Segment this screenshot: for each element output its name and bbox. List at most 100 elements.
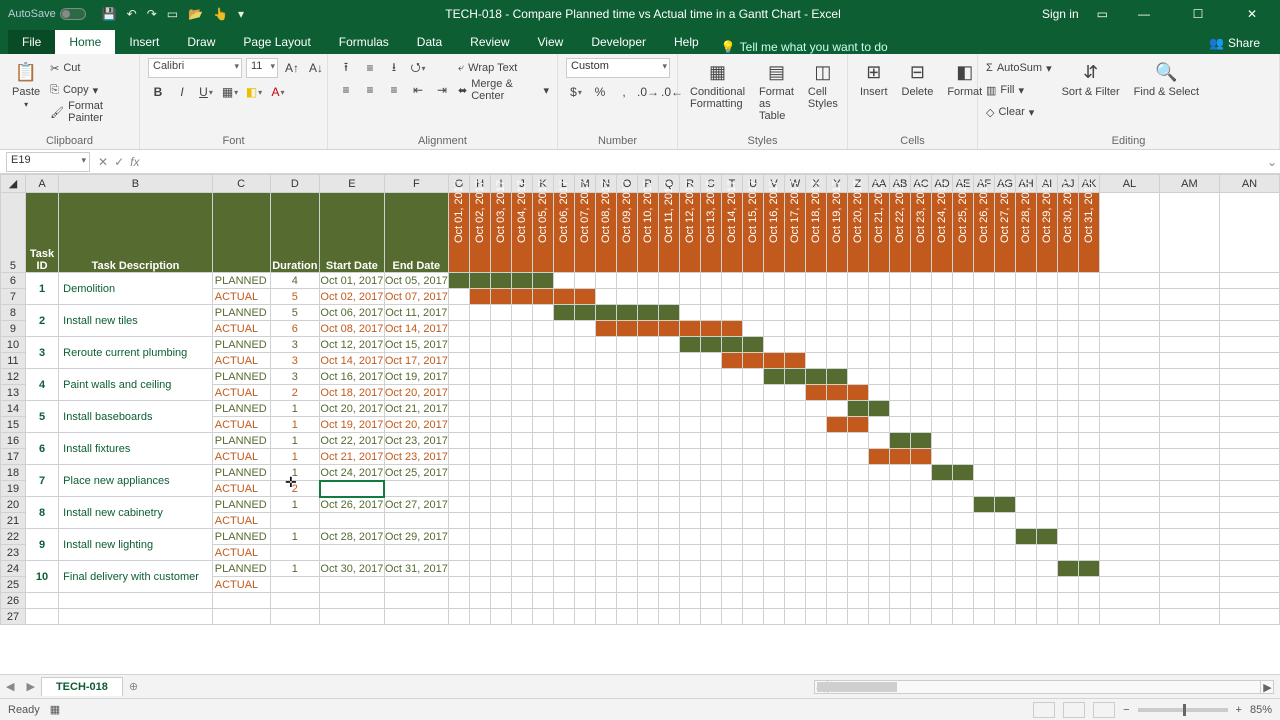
gantt-cell[interactable]: [1058, 273, 1079, 289]
gantt-cell[interactable]: [869, 513, 890, 529]
gantt-cell[interactable]: [701, 577, 722, 593]
empty-cell[interactable]: [596, 593, 617, 609]
gantt-cell[interactable]: [596, 545, 617, 561]
gantt-cell[interactable]: [533, 401, 554, 417]
gantt-cell[interactable]: [512, 417, 533, 433]
gantt-cell[interactable]: [743, 577, 764, 593]
duration-cell[interactable]: 3: [270, 337, 320, 353]
empty-cell[interactable]: [320, 593, 384, 609]
gantt-cell[interactable]: [974, 545, 995, 561]
gantt-cell[interactable]: [470, 305, 491, 321]
gantt-cell[interactable]: [722, 305, 743, 321]
gantt-cell[interactable]: [953, 465, 974, 481]
gantt-cell[interactable]: [848, 417, 869, 433]
duration-cell[interactable]: 1: [270, 465, 320, 481]
format-as-table-button[interactable]: ▤Format as Table: [755, 58, 798, 124]
empty-cell[interactable]: [212, 593, 270, 609]
gantt-cell[interactable]: [596, 305, 617, 321]
task-desc[interactable]: Install baseboards: [59, 401, 213, 433]
col-header[interactable]: B: [59, 175, 213, 193]
gantt-cell[interactable]: [554, 577, 575, 593]
row-header[interactable]: 16: [1, 433, 26, 449]
font-name-combo[interactable]: Calibri: [148, 58, 242, 78]
gantt-cell[interactable]: [512, 321, 533, 337]
empty-cell[interactable]: [554, 593, 575, 609]
gantt-cell[interactable]: [449, 305, 470, 321]
empty-cell[interactable]: [1016, 609, 1037, 625]
redo-icon[interactable]: ↷: [147, 7, 157, 21]
gantt-cell[interactable]: [449, 513, 470, 529]
empty-cell[interactable]: [995, 593, 1016, 609]
gantt-cell[interactable]: [911, 449, 932, 465]
decrease-font-icon[interactable]: A↓: [306, 58, 326, 78]
gantt-cell[interactable]: [974, 497, 995, 513]
gantt-cell[interactable]: [764, 385, 785, 401]
gantt-cell[interactable]: [1058, 321, 1079, 337]
align-left-icon[interactable]: ≡: [336, 80, 356, 100]
gantt-cell[interactable]: [911, 305, 932, 321]
autosum-button[interactable]: Σ AutoSum ▾: [986, 58, 1052, 78]
gantt-cell[interactable]: [1058, 385, 1079, 401]
gantt-cell[interactable]: [911, 321, 932, 337]
gantt-cell[interactable]: [533, 561, 554, 577]
gantt-cell[interactable]: [680, 481, 701, 497]
gantt-cell[interactable]: [974, 289, 995, 305]
tab-data[interactable]: Data: [403, 30, 456, 54]
gantt-cell[interactable]: [491, 497, 512, 513]
row-header[interactable]: 8: [1, 305, 26, 321]
gantt-cell[interactable]: [491, 273, 512, 289]
gantt-cell[interactable]: [596, 289, 617, 305]
gantt-cell[interactable]: [638, 529, 659, 545]
gantt-cell[interactable]: [890, 449, 911, 465]
task-desc[interactable]: Install new lighting: [59, 529, 213, 561]
gantt-cell[interactable]: [806, 529, 827, 545]
gantt-cell[interactable]: [1058, 561, 1079, 577]
gantt-cell[interactable]: [785, 369, 806, 385]
empty-cell[interactable]: [533, 609, 554, 625]
gantt-cell[interactable]: [932, 465, 953, 481]
gantt-cell[interactable]: [1079, 369, 1100, 385]
end-date-cell[interactable]: Oct 07, 2017: [384, 289, 448, 305]
empty-cell[interactable]: [827, 609, 848, 625]
task-id[interactable]: 7: [25, 465, 58, 497]
gantt-cell[interactable]: [764, 273, 785, 289]
gantt-cell[interactable]: [764, 529, 785, 545]
gantt-cell[interactable]: [575, 465, 596, 481]
gantt-cell[interactable]: [596, 465, 617, 481]
paste-button[interactable]: 📋Paste▾: [8, 58, 44, 111]
insert-cells-button[interactable]: ⊞Insert: [856, 58, 892, 100]
gantt-cell[interactable]: [974, 353, 995, 369]
gantt-cell[interactable]: [953, 481, 974, 497]
align-center-icon[interactable]: ≡: [360, 80, 380, 100]
tab-review[interactable]: Review: [456, 30, 523, 54]
sort-filter-button[interactable]: ⇵Sort & Filter: [1058, 58, 1124, 100]
gantt-cell[interactable]: [659, 561, 680, 577]
gantt-cell[interactable]: [680, 561, 701, 577]
gantt-cell[interactable]: [449, 481, 470, 497]
gantt-cell[interactable]: [722, 545, 743, 561]
gantt-cell[interactable]: [890, 417, 911, 433]
gantt-cell[interactable]: [911, 369, 932, 385]
gantt-cell[interactable]: [869, 577, 890, 593]
gantt-cell[interactable]: [470, 465, 491, 481]
col-header[interactable]: D: [270, 175, 320, 193]
end-date-cell[interactable]: Oct 14, 2017: [384, 321, 448, 337]
gantt-cell[interactable]: [596, 433, 617, 449]
gantt-cell[interactable]: [470, 385, 491, 401]
gantt-cell[interactable]: [470, 433, 491, 449]
gantt-cell[interactable]: [911, 545, 932, 561]
gantt-cell[interactable]: [1037, 561, 1058, 577]
gantt-cell[interactable]: [1037, 545, 1058, 561]
gantt-cell[interactable]: [449, 577, 470, 593]
zoom-out-icon[interactable]: −: [1123, 704, 1129, 716]
gantt-cell[interactable]: [512, 561, 533, 577]
gantt-cell[interactable]: [1016, 273, 1037, 289]
italic-icon[interactable]: I: [172, 82, 192, 102]
decrease-indent-icon[interactable]: ⇤: [408, 80, 428, 100]
gantt-cell[interactable]: [785, 289, 806, 305]
empty-cell[interactable]: [575, 609, 596, 625]
empty-cell[interactable]: [953, 593, 974, 609]
gantt-cell[interactable]: [1079, 401, 1100, 417]
gantt-cell[interactable]: [785, 385, 806, 401]
gantt-cell[interactable]: [806, 369, 827, 385]
